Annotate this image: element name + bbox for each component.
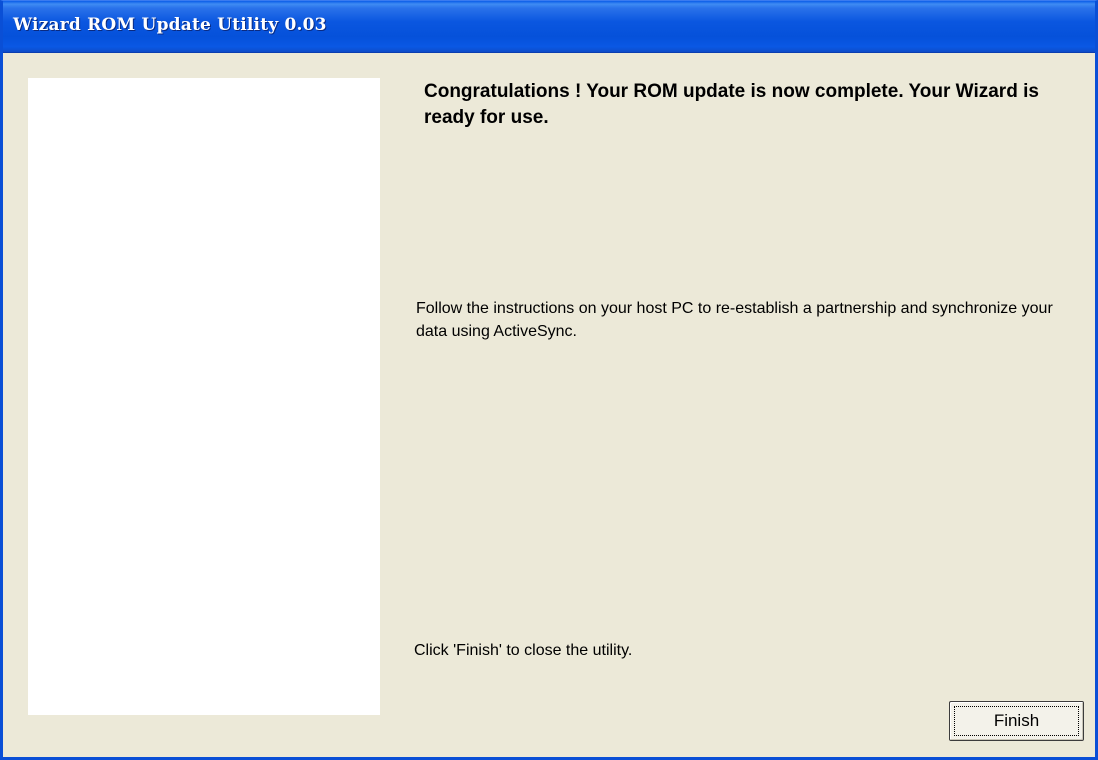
partnership-instructions: Follow the instructions on your host PC … bbox=[416, 300, 1053, 340]
title-bar[interactable]: Wizard ROM Update Utility 0.03 bbox=[3, 1, 1095, 53]
finish-hint: Click 'Finish' to close the utility. bbox=[414, 642, 633, 659]
finish-button-label: Finish bbox=[954, 706, 1079, 736]
window-title: Wizard ROM Update Utility 0.03 bbox=[13, 15, 327, 35]
dialog-window: Wizard ROM Update Utility 0.03 Congratul… bbox=[0, 0, 1098, 760]
dialog-body: Congratulations ! Your ROM update is now… bbox=[3, 53, 1095, 757]
completion-headline: Congratulations ! Your ROM update is now… bbox=[424, 81, 1039, 128]
finish-button[interactable]: Finish bbox=[949, 701, 1084, 741]
side-image-panel bbox=[28, 78, 380, 715]
